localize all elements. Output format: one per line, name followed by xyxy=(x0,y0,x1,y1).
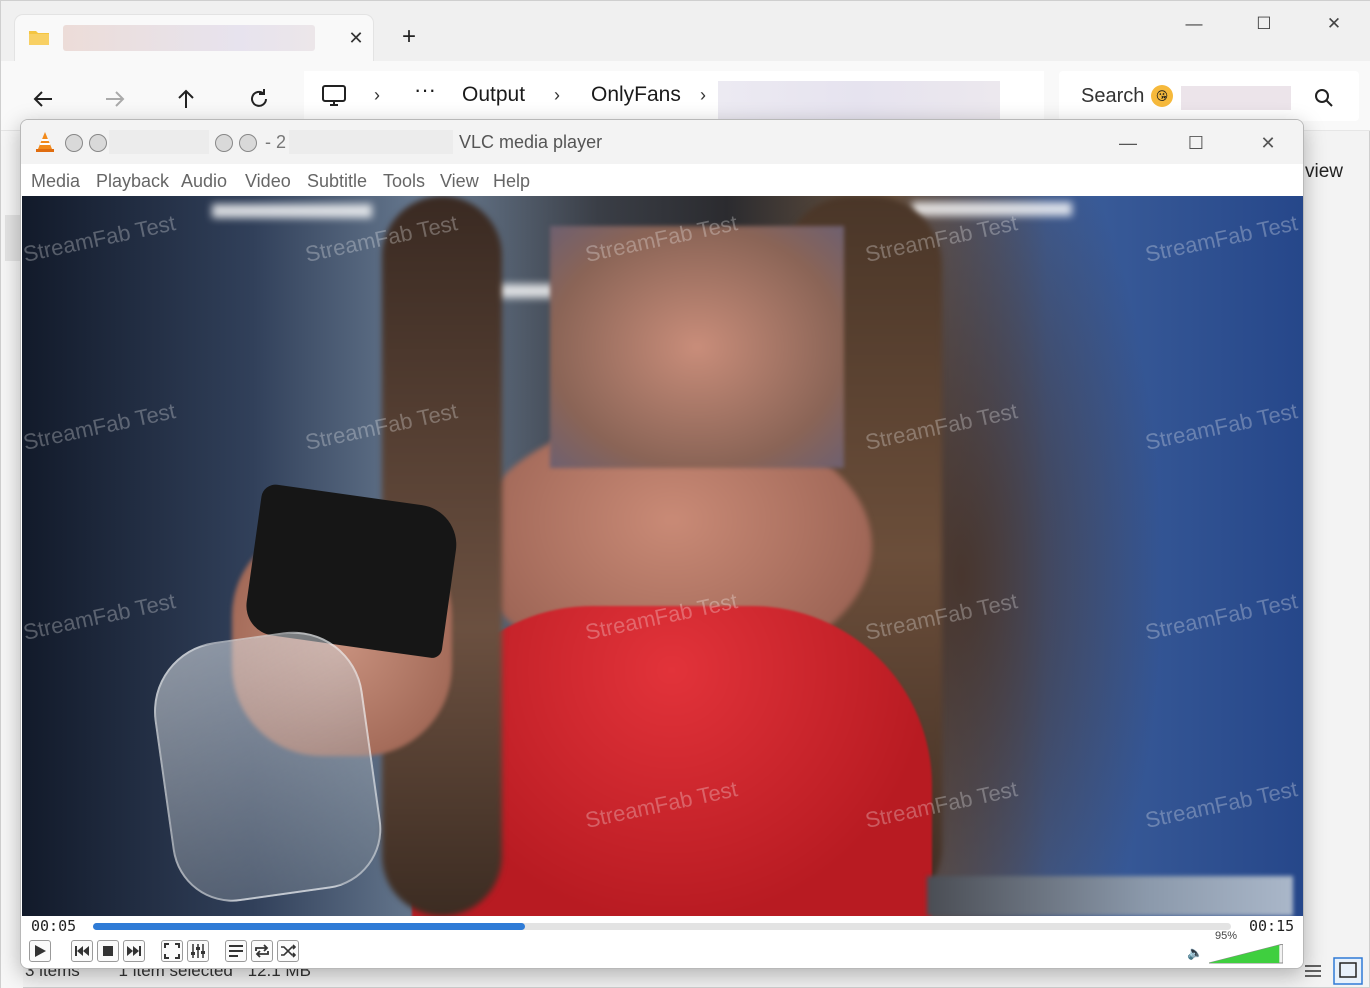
maximize-icon[interactable]: ☐ xyxy=(1241,9,1287,39)
close-tab-icon[interactable]: ✕ xyxy=(345,27,367,49)
close-window-icon[interactable]: ✕ xyxy=(1311,9,1357,39)
face-redacted xyxy=(550,226,844,468)
close-icon[interactable]: ✕ xyxy=(1245,128,1291,158)
kiss-emoji-icon: 😘 xyxy=(1151,85,1173,107)
watermark: StreamFab Test xyxy=(1142,398,1300,455)
emoji-icon xyxy=(89,134,107,152)
this-pc-icon[interactable] xyxy=(322,85,346,107)
emoji-icon xyxy=(65,134,83,152)
corner-redacted xyxy=(927,876,1293,916)
ceiling-light xyxy=(912,202,1072,216)
tiles-view-icon[interactable] xyxy=(1333,957,1363,985)
minimize-icon[interactable]: — xyxy=(1171,9,1217,39)
emoji-icon xyxy=(215,134,233,152)
maximize-icon[interactable]: ☐ xyxy=(1173,128,1219,158)
next-button[interactable] xyxy=(123,940,145,962)
menu-audio[interactable]: Audio xyxy=(181,171,227,192)
menu-subtitle[interactable]: Subtitle xyxy=(307,171,367,192)
folder-icon xyxy=(29,31,49,45)
fullscreen-button[interactable] xyxy=(161,940,183,962)
playback-controls: 🔈 95% xyxy=(21,930,1303,968)
previous-icon xyxy=(75,946,89,956)
loop-button[interactable] xyxy=(251,940,273,962)
search-placeholder: Search xyxy=(1081,85,1145,107)
tab-strip: ✕ + — ☐ ✕ xyxy=(1,1,1370,61)
chevron-right-icon[interactable]: › xyxy=(554,85,560,106)
watermark: StreamFab Test xyxy=(1142,210,1300,267)
back-button[interactable] xyxy=(25,81,61,117)
explorer-tab[interactable]: ✕ xyxy=(15,15,373,61)
view-menu[interactable]: view xyxy=(1305,161,1343,183)
view-toggle xyxy=(1301,957,1367,985)
minimize-icon[interactable]: — xyxy=(1105,128,1151,158)
ceiling-light xyxy=(212,204,372,218)
play-icon xyxy=(35,945,46,957)
speaker-icon[interactable]: 🔈 xyxy=(1187,945,1203,961)
seek-bar-progress xyxy=(93,923,526,930)
new-tab-icon[interactable]: + xyxy=(397,25,421,49)
volume-slider[interactable] xyxy=(1209,944,1283,964)
breadcrumb-output[interactable]: Output xyxy=(462,83,525,107)
title-redacted xyxy=(109,130,209,154)
watermark: StreamFab Test xyxy=(22,398,178,455)
chevron-right-icon[interactable]: › xyxy=(700,85,706,106)
menu-view[interactable]: View xyxy=(440,171,479,192)
watermark: StreamFab Test xyxy=(1142,776,1300,833)
next-icon xyxy=(127,946,141,956)
arrow-up-icon xyxy=(178,89,194,108)
vlc-titlebar[interactable]: - 2 VLC media player — ☐ ✕ xyxy=(21,120,1303,164)
playlist-button[interactable] xyxy=(225,940,247,962)
breadcrumb-overflow[interactable]: ··· xyxy=(414,77,436,103)
emoji-icon xyxy=(239,134,257,152)
menu-playback[interactable]: Playback xyxy=(96,171,169,192)
shuffle-icon xyxy=(281,944,296,958)
address-bar[interactable]: › ··· Output › OnlyFans › xyxy=(304,71,1044,127)
details-view-icon[interactable] xyxy=(1303,961,1323,981)
title-redacted xyxy=(289,130,453,154)
seek-bar[interactable] xyxy=(93,923,1231,930)
vlc-menubar: Media Playback Audio Video Subtitle Tool… xyxy=(21,164,1303,196)
arrow-right-icon xyxy=(106,91,125,107)
shuffle-button[interactable] xyxy=(277,940,299,962)
search-text-redacted xyxy=(1181,86,1291,110)
stop-icon xyxy=(103,946,113,956)
vlc-cone-icon xyxy=(36,132,54,152)
elapsed-time: 00:05 xyxy=(31,917,77,935)
play-button[interactable] xyxy=(29,940,51,962)
window-title: VLC media player xyxy=(459,132,603,152)
up-button[interactable] xyxy=(168,81,204,117)
video-frame[interactable]: StreamFab Test StreamFab Test StreamFab … xyxy=(22,196,1303,916)
refresh-icon xyxy=(251,89,267,107)
menu-video[interactable]: Video xyxy=(245,171,291,192)
forward-button[interactable] xyxy=(97,81,133,117)
stop-button[interactable] xyxy=(97,940,119,962)
extended-settings-button[interactable] xyxy=(187,940,209,962)
watermark: StreamFab Test xyxy=(22,588,178,645)
refresh-button[interactable] xyxy=(241,81,277,117)
spray-bottle xyxy=(144,622,390,910)
watermark: StreamFab Test xyxy=(22,210,178,267)
total-duration[interactable]: 00:15 xyxy=(1249,917,1294,935)
title-separator: - 2 xyxy=(265,132,287,152)
menu-help[interactable]: Help xyxy=(493,171,530,192)
seek-row: 00:05 00:15 xyxy=(21,916,1303,936)
vlc-window: - 2 VLC media player — ☐ ✕ Media Playbac… xyxy=(20,119,1304,969)
menu-tools[interactable]: Tools xyxy=(383,171,425,192)
loop-icon xyxy=(255,944,269,958)
search-icon[interactable] xyxy=(1313,87,1335,109)
search-box[interactable]: Search 😘 xyxy=(1059,71,1359,121)
playlist-icon xyxy=(229,945,243,957)
fullscreen-icon xyxy=(164,943,180,959)
arrow-left-icon xyxy=(33,91,52,107)
equalizer-icon xyxy=(191,944,205,958)
previous-button[interactable] xyxy=(71,940,93,962)
watermark: StreamFab Test xyxy=(1142,588,1300,645)
chevron-right-icon[interactable]: › xyxy=(374,85,380,106)
volume-percent: 95% xyxy=(1215,930,1238,942)
tab-title-redacted xyxy=(63,25,315,51)
menu-media[interactable]: Media xyxy=(31,171,80,192)
breadcrumb-onlyfans[interactable]: OnlyFans xyxy=(591,83,681,107)
